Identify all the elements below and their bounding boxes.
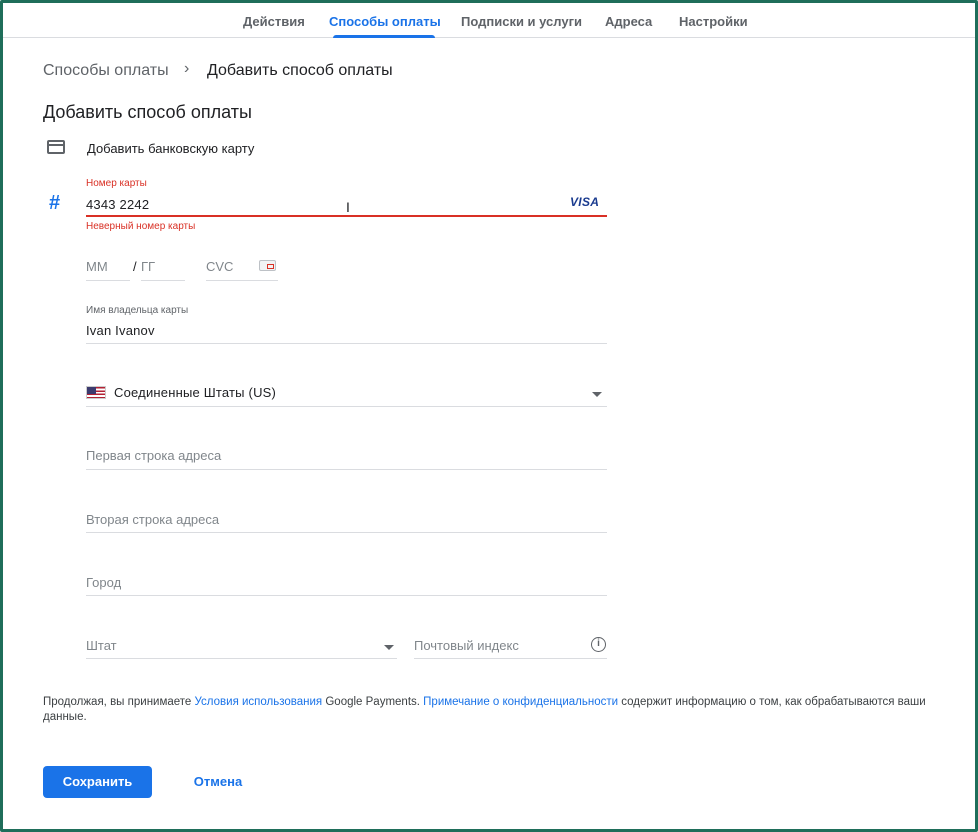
expiry-year-underline: [141, 280, 185, 281]
active-tab-indicator: [333, 35, 435, 38]
expiry-month-input[interactable]: ММ: [86, 259, 108, 274]
tab-subscriptions[interactable]: Подписки и услуги: [461, 14, 582, 29]
terms-text-middle: Google Payments.: [322, 696, 424, 708]
state-select[interactable]: Штат: [86, 638, 117, 653]
tab-activity[interactable]: Действия: [243, 14, 305, 29]
zip-input[interactable]: Почтовый индекс: [414, 638, 519, 653]
card-number-label: Номер карты: [86, 178, 147, 189]
cvc-card-icon: [259, 260, 276, 271]
cardholder-input[interactable]: Ivan Ivanov: [86, 323, 155, 338]
country-underline: [86, 406, 607, 407]
add-card-label: Добавить банковскую карту: [87, 141, 255, 156]
state-underline: [86, 658, 397, 659]
expiry-year-input[interactable]: ГГ: [141, 259, 155, 274]
privacy-notice-link[interactable]: Примечание о конфиденциальности: [423, 696, 618, 708]
chevron-down-icon[interactable]: [384, 645, 394, 650]
address-line1-input[interactable]: Первая строка адреса: [86, 448, 221, 463]
city-input[interactable]: Город: [86, 575, 121, 590]
address-line2-input[interactable]: Вторая строка адреса: [86, 512, 219, 527]
credit-card-icon: [47, 140, 65, 154]
chevron-down-icon[interactable]: [592, 392, 602, 397]
city-underline: [86, 595, 607, 596]
breadcrumb-current: Добавить способ оплаты: [207, 62, 393, 79]
text-cursor-icon: I: [346, 199, 350, 215]
terms-text: Продолжая, вы принимаете Условия использ…: [43, 695, 933, 725]
expiry-separator: /: [133, 259, 137, 274]
us-flag-icon: [86, 386, 106, 399]
address-line2-underline: [86, 532, 607, 533]
cvc-underline: [206, 280, 278, 281]
cardholder-label: Имя владельца карты: [86, 305, 189, 316]
page-title: Добавить способ оплаты: [43, 102, 252, 122]
card-number-underline: [86, 215, 607, 217]
expiry-month-underline: [86, 280, 130, 281]
tab-addresses[interactable]: Адреса: [605, 14, 652, 29]
breadcrumb-parent[interactable]: Способы оплаты: [43, 62, 169, 80]
save-button[interactable]: Сохранить: [43, 766, 152, 798]
card-number-error: Неверный номер карты: [86, 221, 196, 232]
cardholder-underline: [86, 343, 607, 344]
terms-of-service-link[interactable]: Условия использования: [195, 696, 323, 708]
cancel-button[interactable]: Отмена: [178, 766, 258, 798]
visa-logo-icon: VISA: [570, 195, 600, 209]
top-nav: Действия Способы оплаты Подписки и услуг…: [3, 3, 975, 38]
info-icon[interactable]: i: [591, 637, 606, 652]
chevron-right-icon: ›: [184, 60, 190, 77]
hash-icon: #: [49, 192, 61, 214]
address-line1-underline: [86, 469, 607, 470]
cvc-input[interactable]: CVC: [206, 259, 233, 274]
zip-underline: [414, 658, 607, 659]
card-number-input[interactable]: 4343 2242: [86, 197, 149, 212]
country-select[interactable]: Соединенные Штаты (US): [114, 385, 276, 400]
terms-text-before: Продолжая, вы принимаете: [43, 696, 195, 708]
tab-settings[interactable]: Настройки: [679, 14, 748, 29]
tab-payment-methods[interactable]: Способы оплаты: [329, 14, 441, 29]
